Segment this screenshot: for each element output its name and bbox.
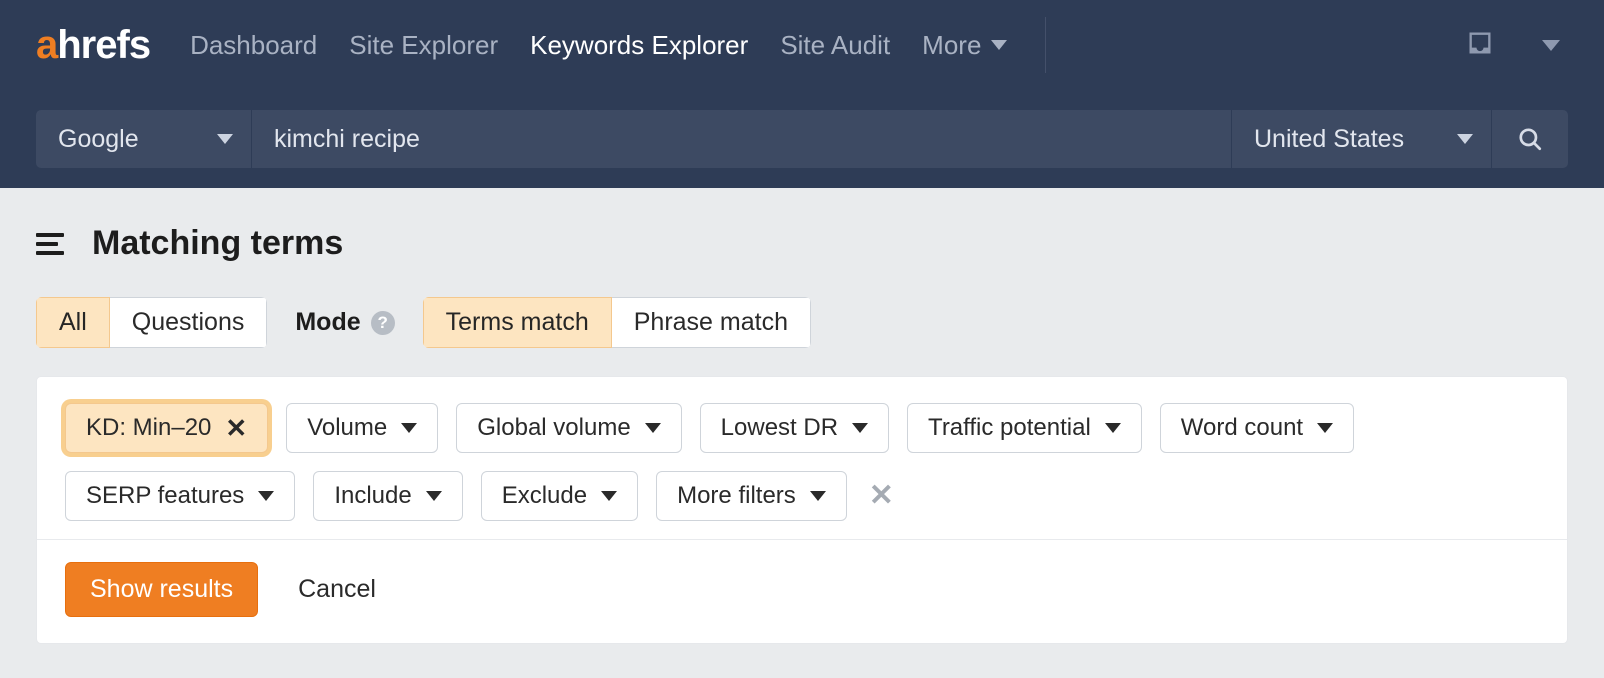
nav-links: Dashboard Site Explorer Keywords Explore… [190, 17, 1046, 73]
chevron-down-icon [991, 40, 1007, 50]
mode-label-text: Mode [295, 308, 360, 337]
filter-chips: KD: Min–20 ✕ Volume Global volume Lowest… [65, 403, 1539, 521]
tab-all[interactable]: All [36, 297, 110, 348]
filter-word-count[interactable]: Word count [1160, 403, 1354, 453]
logo-accent: a [36, 23, 57, 68]
nav-more[interactable]: More [922, 30, 1007, 61]
filter-volume-label: Volume [307, 414, 387, 442]
chevron-down-icon [810, 491, 826, 501]
chevron-down-icon [258, 491, 274, 501]
search-button[interactable] [1492, 110, 1568, 168]
chevron-down-icon [401, 423, 417, 433]
filter-kd-label: KD: Min–20 [86, 414, 211, 442]
search-bar: Google United States [0, 90, 1604, 188]
mode-label: Mode ? [295, 308, 394, 337]
page-title-row: Matching terms [36, 224, 1568, 263]
logo-rest: hrefs [57, 23, 150, 68]
filter-word-count-label: Word count [1181, 414, 1303, 442]
search-engine-select[interactable]: Google [36, 110, 252, 168]
keyword-input[interactable] [274, 125, 1209, 154]
actions-row: Show results Cancel [37, 539, 1567, 643]
filter-volume[interactable]: Volume [286, 403, 438, 453]
filter-global-volume[interactable]: Global volume [456, 403, 681, 453]
content: Matching terms All Questions Mode ? Term… [0, 188, 1604, 644]
filter-more[interactable]: More filters [656, 471, 847, 521]
nav-right [1466, 29, 1568, 62]
search-icon [1517, 126, 1543, 152]
account-menu-caret-icon[interactable] [1542, 40, 1560, 51]
chevron-down-icon [1105, 423, 1121, 433]
chevron-down-icon [601, 491, 617, 501]
help-icon[interactable]: ? [371, 311, 395, 335]
filter-exclude-label: Exclude [502, 482, 587, 510]
nav-dashboard[interactable]: Dashboard [190, 30, 317, 61]
country-select[interactable]: United States [1232, 110, 1492, 168]
nav-keywords-explorer[interactable]: Keywords Explorer [530, 30, 748, 61]
filter-kd[interactable]: KD: Min–20 ✕ [65, 403, 268, 453]
tabs-row: All Questions Mode ? Terms match Phrase … [36, 297, 1568, 348]
chevron-down-icon [1457, 134, 1473, 144]
search-engine-label: Google [58, 125, 139, 154]
tab-phrase-match[interactable]: Phrase match [612, 297, 811, 348]
chevron-down-icon [217, 134, 233, 144]
chevron-down-icon [645, 423, 661, 433]
page-title: Matching terms [92, 224, 343, 263]
clear-filters-icon[interactable]: ✕ [865, 481, 898, 511]
top-nav: ahrefs Dashboard Site Explorer Keywords … [0, 0, 1604, 90]
filter-lowest-dr[interactable]: Lowest DR [700, 403, 889, 453]
mode-segment: Terms match Phrase match [423, 297, 811, 348]
tab-terms-match[interactable]: Terms match [423, 297, 612, 348]
filter-include[interactable]: Include [313, 471, 462, 521]
tab-questions[interactable]: Questions [110, 297, 268, 348]
filter-exclude[interactable]: Exclude [481, 471, 638, 521]
filter-traffic-potential[interactable]: Traffic potential [907, 403, 1142, 453]
chevron-down-icon [1317, 423, 1333, 433]
type-segment: All Questions [36, 297, 267, 348]
nav-site-explorer[interactable]: Site Explorer [349, 30, 498, 61]
nav-site-audit[interactable]: Site Audit [780, 30, 890, 61]
close-icon[interactable]: ✕ [225, 415, 247, 441]
chevron-down-icon [852, 423, 868, 433]
show-results-button[interactable]: Show results [65, 562, 258, 617]
filters-panel: KD: Min–20 ✕ Volume Global volume Lowest… [36, 376, 1568, 644]
filter-lowest-dr-label: Lowest DR [721, 414, 838, 442]
nav-more-label: More [922, 30, 981, 61]
filter-traffic-potential-label: Traffic potential [928, 414, 1091, 442]
filter-more-label: More filters [677, 482, 796, 510]
filter-include-label: Include [334, 482, 411, 510]
keyword-input-wrap [252, 110, 1232, 168]
country-label: United States [1254, 125, 1404, 154]
logo[interactable]: ahrefs [36, 23, 150, 68]
cancel-button[interactable]: Cancel [298, 575, 376, 604]
filter-global-volume-label: Global volume [477, 414, 630, 442]
filter-serp-features-label: SERP features [86, 482, 244, 510]
sidebar-toggle-icon[interactable] [36, 233, 64, 255]
filter-serp-features[interactable]: SERP features [65, 471, 295, 521]
inbox-icon[interactable] [1466, 29, 1494, 62]
chevron-down-icon [426, 491, 442, 501]
nav-divider [1045, 17, 1046, 73]
